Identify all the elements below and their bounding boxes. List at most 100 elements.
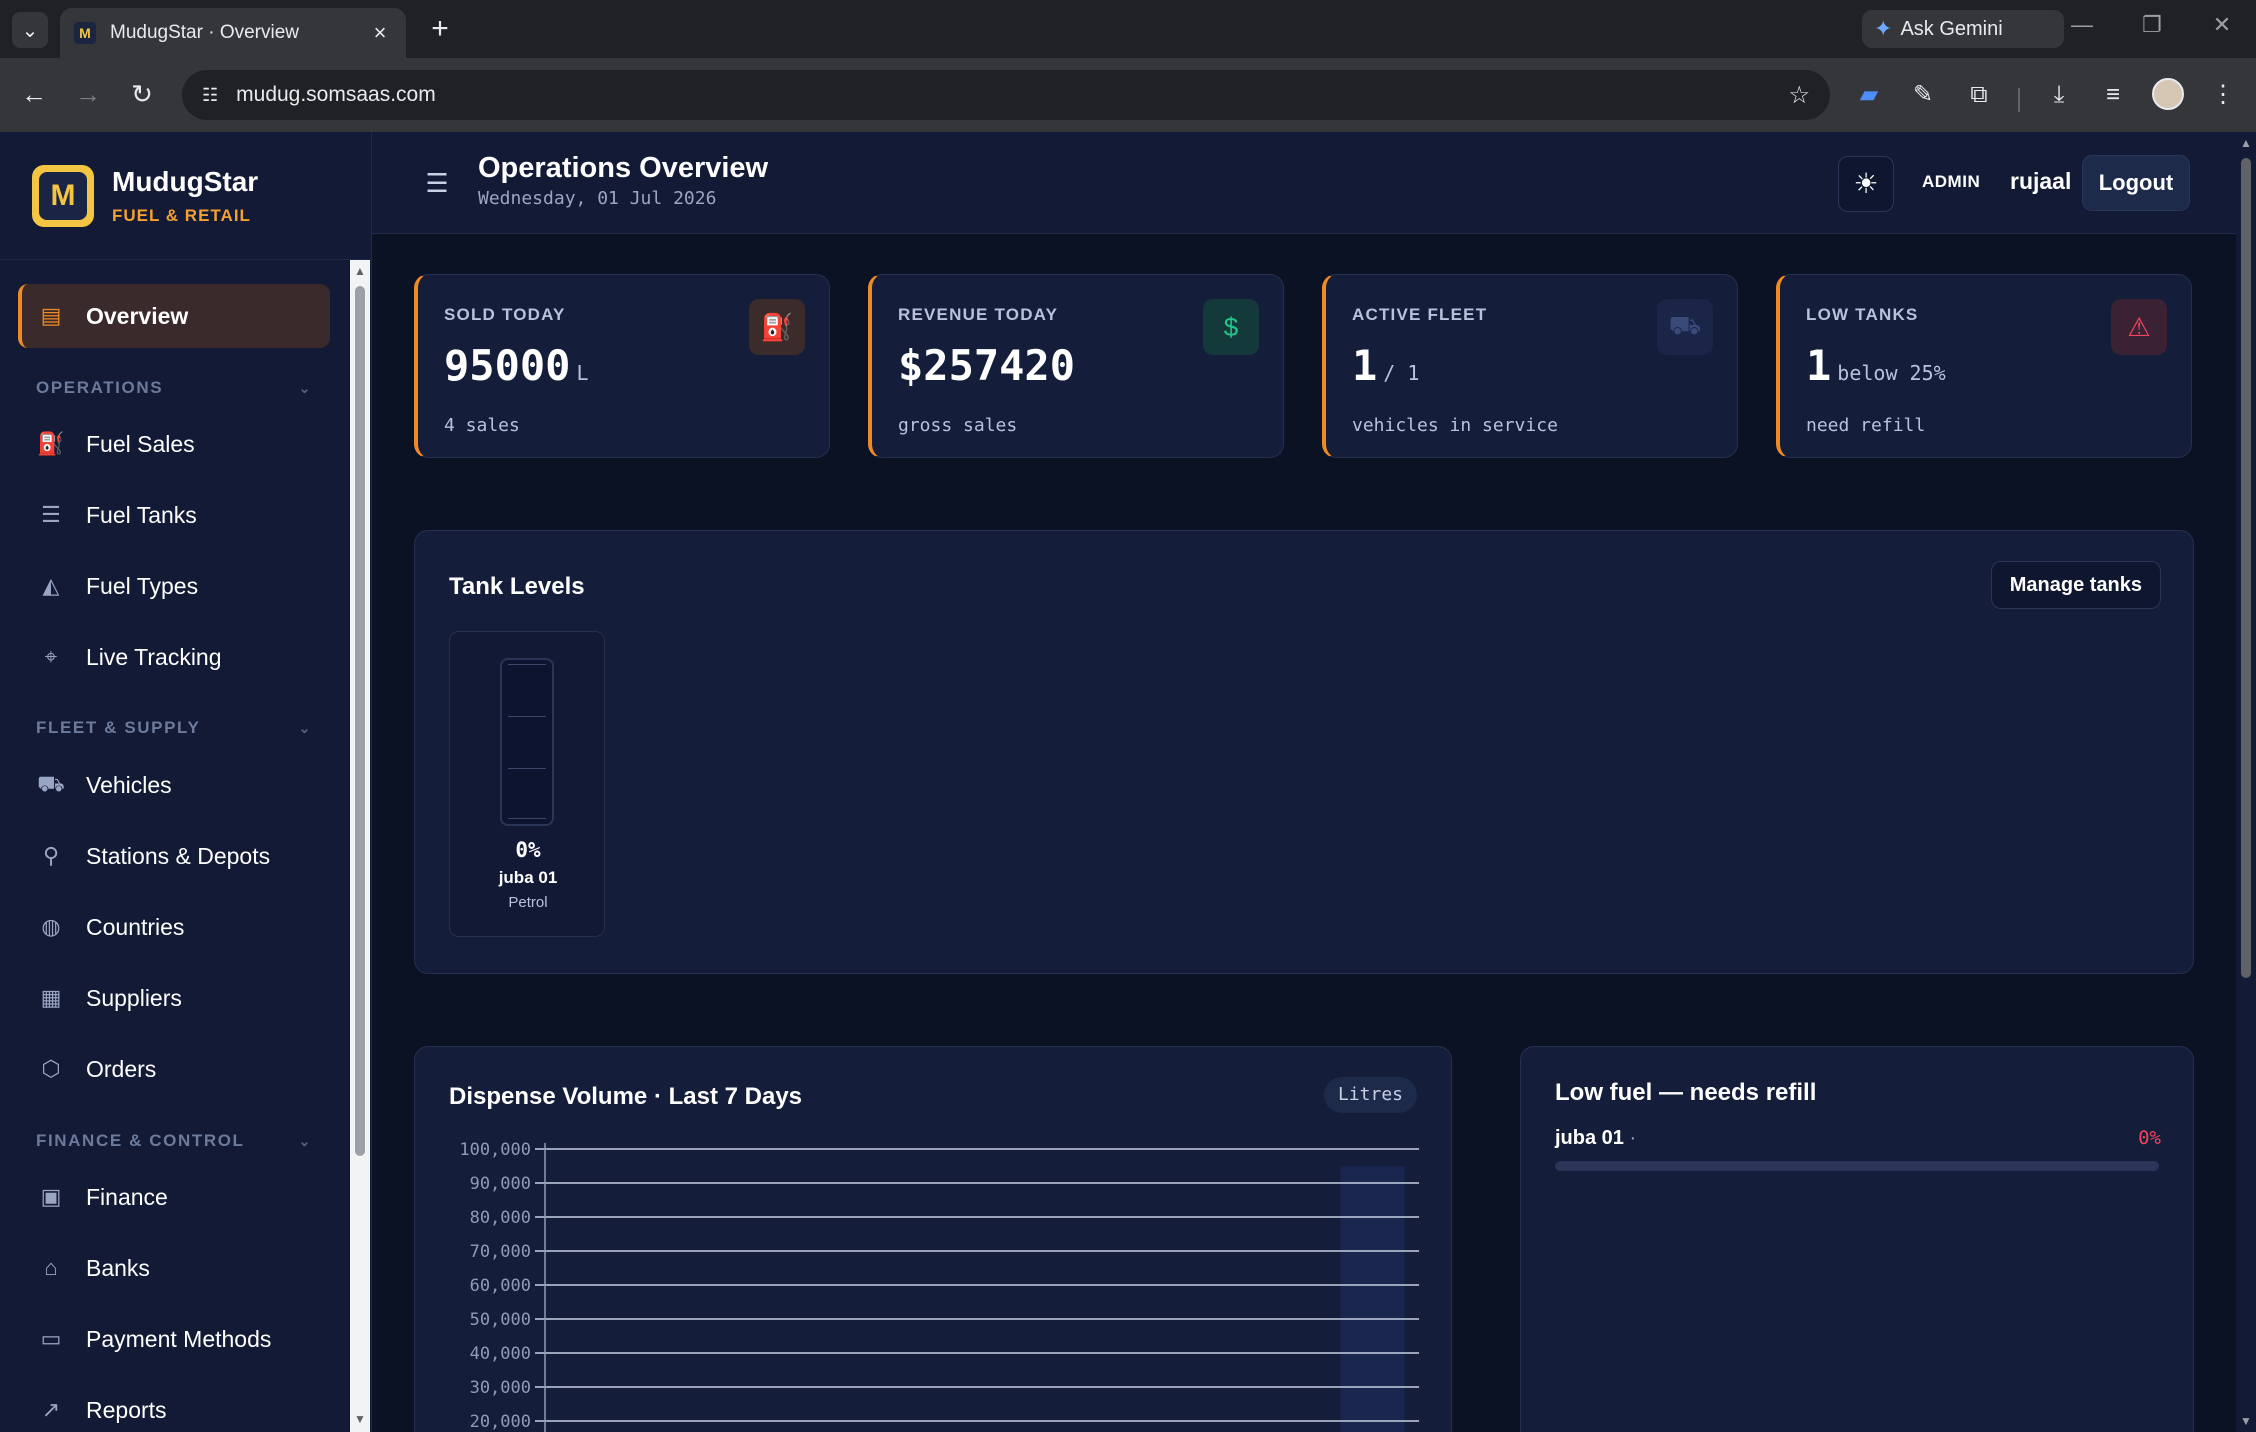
eyedropper-icon[interactable]: ✎: [1906, 78, 1940, 112]
sidebar-item-label: Countries: [86, 913, 185, 940]
ask-gemini-button[interactable]: ✦ Ask Gemini: [1862, 10, 2064, 48]
sidebar-scroll-thumb[interactable]: [355, 286, 365, 1156]
cash-icon: $: [1203, 299, 1259, 355]
extension-icon[interactable]: ▰: [1852, 78, 1886, 112]
sidebar-item-fuel-sales[interactable]: ⛽ Fuel Sales: [18, 412, 330, 476]
browser-tab-active[interactable]: M MudugStar · Overview ×: [60, 8, 406, 58]
section-operations[interactable]: OPERATIONS ⌄: [36, 378, 312, 398]
sidebar-toggle-icon[interactable]: ☰: [422, 168, 452, 198]
forward-arrow-icon[interactable]: →: [70, 76, 106, 112]
truck-icon: ⛟: [1657, 299, 1713, 355]
tank-fuel-type: Petrol: [508, 894, 548, 911]
chart-line-icon: ↗: [41, 1397, 61, 1422]
minimize-window-button[interactable]: —: [2062, 12, 2102, 38]
panel-title: Tank Levels: [449, 573, 585, 600]
ask-gemini-label: Ask Gemini: [1900, 17, 2003, 40]
chevron-down-icon: ⌄: [298, 379, 312, 396]
close-window-button[interactable]: ✕: [2202, 12, 2242, 38]
sidebar-item-label: Orders: [86, 1055, 157, 1082]
brand-logo: M: [32, 164, 94, 227]
fuel-pump-icon: ⛽: [749, 299, 805, 355]
sidebar-item-finance[interactable]: ▣ Finance: [18, 1165, 330, 1229]
restore-window-button[interactable]: ❐: [2132, 12, 2172, 38]
chevron-down-icon: ⌄: [298, 1132, 312, 1149]
globe-icon: ◍: [41, 914, 61, 939]
tab-search-button[interactable]: ⌄: [12, 12, 48, 48]
download-icon[interactable]: ⤓: [2042, 78, 2076, 112]
logout-button[interactable]: Logout: [2082, 155, 2190, 211]
stat-label: LOW TANKS: [1806, 305, 1919, 324]
brand-subtitle: FUEL & RETAIL: [112, 205, 251, 225]
scroll-up-arrow-icon[interactable]: ▲: [2240, 136, 2252, 150]
scroll-up-arrow-icon[interactable]: ▲: [354, 264, 366, 278]
section-label: FLEET & SUPPLY: [36, 718, 201, 737]
new-tab-button[interactable]: +: [424, 14, 456, 46]
main-scroll-thumb[interactable]: [2241, 158, 2251, 978]
stat-card-revenue-today: REVENUE TODAY $257420 gross sales $: [868, 274, 1284, 458]
close-tab-icon[interactable]: ×: [368, 20, 392, 46]
bank-icon: ⌂: [44, 1255, 58, 1280]
y-tick-label: 50,000: [470, 1310, 531, 1330]
brand-header[interactable]: M MudugStar FUEL & RETAIL: [0, 132, 371, 260]
manage-tanks-button[interactable]: Manage tanks: [1990, 561, 2161, 609]
sidebar-item-live-tracking[interactable]: ⌖ Live Tracking: [18, 625, 330, 689]
low-fuel-progress-bar: [1555, 1161, 2159, 1171]
more-menu-icon[interactable]: ⋮: [2206, 78, 2240, 112]
sidebar-item-stations[interactable]: ⚲ Stations & Depots: [18, 824, 330, 888]
sidebar-item-label: Reports: [86, 1396, 167, 1423]
stat-card-sold-today: SOLD TODAY 95000 L 4 sales ⛽: [414, 274, 830, 458]
theme-toggle-sun-icon[interactable]: ☀: [1838, 156, 1894, 212]
tank-gauge-tick: [508, 664, 546, 665]
address-bar[interactable]: ☷ mudug.somsaas.com ☆: [182, 70, 1830, 120]
y-tick-label: 20,000: [470, 1412, 531, 1432]
sidebar-item-vehicles[interactable]: ⛟ Vehicles: [18, 753, 330, 817]
low-fuel-panel: Low fuel — needs refill juba 01 · 0%: [1520, 1046, 2194, 1432]
site-info-icon[interactable]: ☷: [202, 85, 218, 106]
stat-value: 1 below 25%: [1806, 341, 1946, 390]
stat-card-low-tanks: LOW TANKS 1 below 25% need refill ⚠: [1776, 274, 2192, 458]
sidebar: M MudugStar FUEL & RETAIL ▤ Overview OPE…: [0, 132, 372, 1432]
sidebar-item-payment-methods[interactable]: ▭ Payment Methods: [18, 1307, 330, 1371]
chart-bar[interactable]: [1340, 1166, 1405, 1432]
sidebar-item-label: Finance: [86, 1183, 168, 1210]
y-tick-label: 100,000: [459, 1140, 531, 1160]
sidebar-scrollbar[interactable]: ▲ ▼: [350, 260, 370, 1432]
media-control-icon[interactable]: ≡: [2096, 78, 2130, 112]
location-marker-icon: ⚲: [42, 843, 60, 868]
sidebar-item-reports[interactable]: ↗ Reports: [18, 1378, 330, 1432]
sidebar-item-orders[interactable]: ⬡ Orders: [18, 1037, 330, 1101]
chart-title: Dispense Volume · Last 7 Days: [449, 1083, 803, 1110]
sidebar-item-fuel-tanks[interactable]: ☰ Fuel Tanks: [18, 483, 330, 547]
sidebar-item-overview[interactable]: ▤ Overview: [18, 284, 330, 348]
extensions-puzzle-icon[interactable]: ⧉: [1962, 78, 1996, 112]
username: rujaal: [2010, 168, 2072, 194]
main-scrollbar[interactable]: ▲ ▼: [2236, 132, 2256, 1432]
section-finance-control[interactable]: FINANCE & CONTROL ⌄: [36, 1131, 312, 1151]
tank-levels-panel: Tank Levels Manage tanks 0% juba 01 Petr…: [414, 530, 2194, 974]
y-tick-label: 90,000: [470, 1174, 531, 1194]
main-content: ☰ Operations Overview Wednesday, 01 Jul …: [372, 132, 2256, 1432]
stat-value: 1/ 1: [1352, 341, 1420, 390]
profile-avatar[interactable]: [2152, 78, 2184, 110]
browser-tabstrip: ⌄ M MudugStar · Overview × + ✦ Ask Gemin…: [0, 0, 2256, 58]
scroll-down-arrow-icon[interactable]: ▼: [2240, 1414, 2252, 1428]
credit-card-icon: ▭: [40, 1326, 62, 1351]
tank-card[interactable]: 0% juba 01 Petrol: [449, 631, 605, 937]
tab-title: MudugStar · Overview: [110, 22, 300, 43]
section-fleet-supply[interactable]: FLEET & SUPPLY ⌄: [36, 718, 312, 738]
sidebar-item-fuel-types[interactable]: ◭ Fuel Types: [18, 554, 330, 618]
sidebar-item-banks[interactable]: ⌂ Banks: [18, 1236, 330, 1300]
sidebar-item-label: Vehicles: [86, 771, 172, 798]
browser-toolbar: ← → ↻ ☷ mudug.somsaas.com ☆ ▰ ✎ ⧉ ⤓ ≡ ⋮: [0, 58, 2256, 132]
fuel-pump-icon: ⛽: [37, 431, 65, 456]
tank-name: juba 01: [498, 868, 558, 887]
back-arrow-icon[interactable]: ←: [16, 76, 52, 112]
reload-icon[interactable]: ↻: [124, 76, 160, 112]
truck-icon: ⛟: [37, 770, 65, 796]
scroll-down-arrow-icon[interactable]: ▼: [354, 1412, 366, 1426]
chevron-down-icon: ⌄: [298, 719, 312, 736]
page-title: Operations Overview: [478, 152, 769, 184]
sidebar-item-suppliers[interactable]: ▦ Suppliers: [18, 966, 330, 1030]
bookmark-star-icon[interactable]: ☆: [1788, 81, 1810, 110]
sidebar-item-countries[interactable]: ◍ Countries: [18, 895, 330, 959]
